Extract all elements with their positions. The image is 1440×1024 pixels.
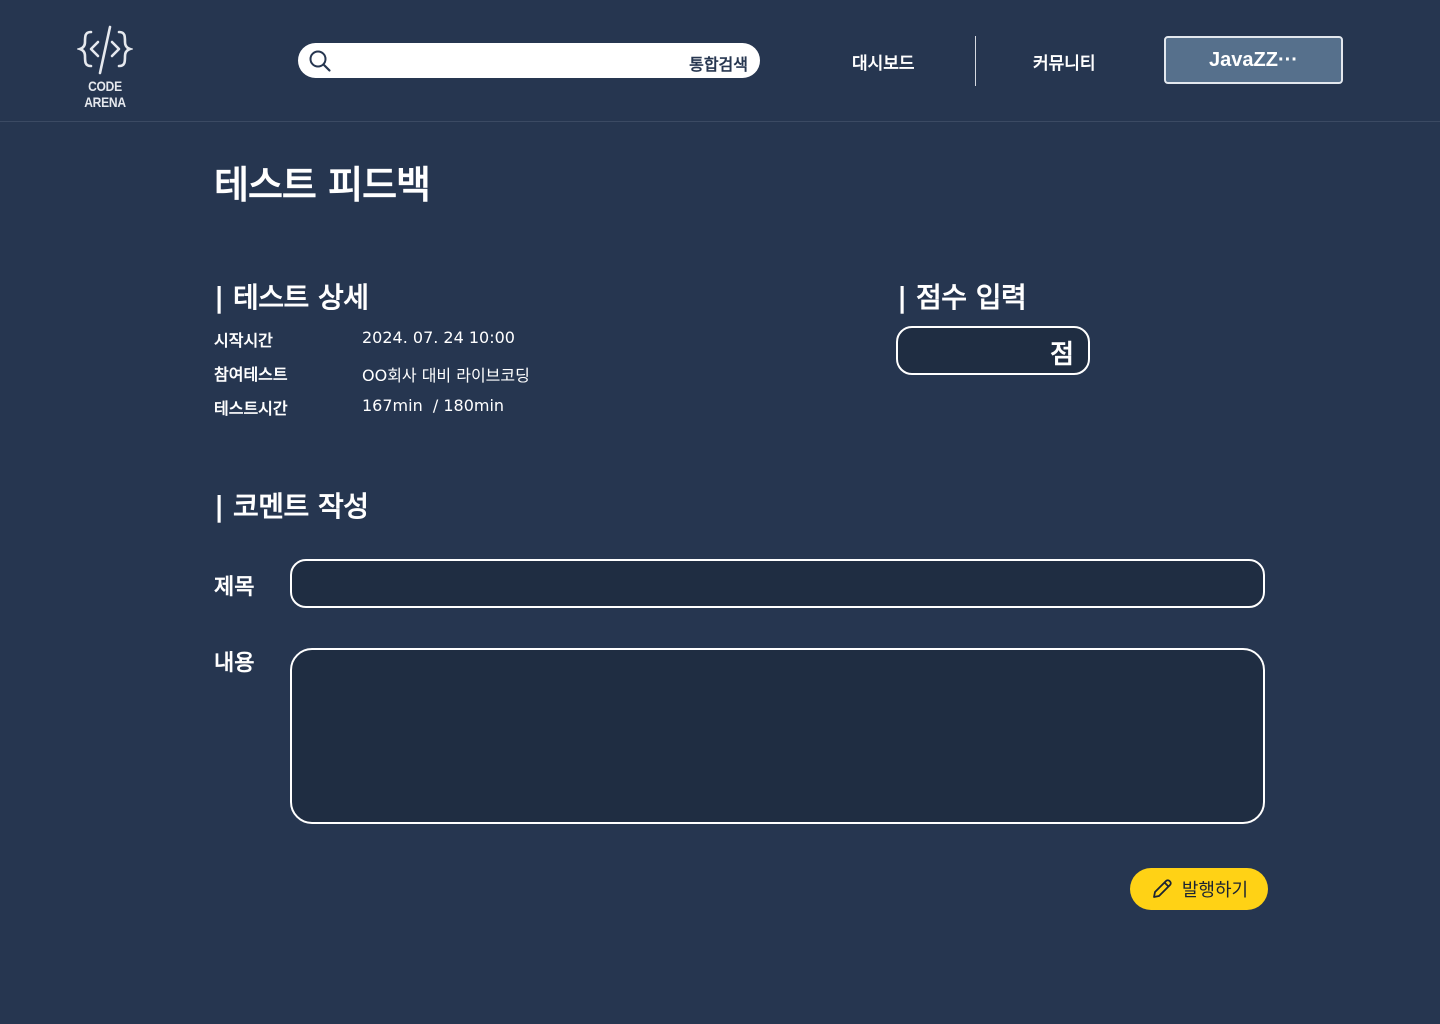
test-name-value: OO회사 대비 라이브코딩 <box>362 366 530 385</box>
user-menu-button[interactable]: JavaZZ··· <box>1164 36 1343 84</box>
pencil-icon <box>1152 879 1172 898</box>
content-label: 내용 <box>214 651 255 676</box>
search-icon[interactable] <box>308 49 332 73</box>
test-duration-value: 167min / 180min <box>362 396 505 415</box>
page-title: 테스트 피드백 <box>214 163 431 207</box>
start-time-value: 2024. 07. 24 10:00 <box>362 328 515 347</box>
publish-button[interactable]: 발행하기 <box>1130 868 1268 910</box>
test-duration-label: 테스트시간 <box>214 399 288 418</box>
code-brackets-icon <box>77 25 133 75</box>
start-time-label: 시작시간 <box>214 331 273 350</box>
search-button[interactable]: 통합검색 <box>689 51 748 75</box>
logo[interactable]: CODE ARENA <box>62 24 148 110</box>
nav-dashboard[interactable]: 대시보드 <box>852 49 915 74</box>
nav-divider <box>975 36 976 86</box>
test-name-label: 참여테스트 <box>214 365 288 384</box>
title-input[interactable] <box>290 559 1265 608</box>
search-bar[interactable]: 통합검색 <box>298 43 760 78</box>
score-unit: 점 <box>1050 340 1074 370</box>
publish-label: 발행하기 <box>1181 880 1249 901</box>
top-header: CODE ARENA 통합검색 대시보드 커뮤니티 JavaZZ··· <box>0 0 1440 122</box>
comment-heading: | 코멘트 작성 <box>214 490 369 523</box>
score-heading: | 점수 입력 <box>897 281 1027 314</box>
nav-community[interactable]: 커뮤니티 <box>1033 49 1096 74</box>
test-detail-heading: | 테스트 상세 <box>214 281 369 314</box>
score-input[interactable]: 점 <box>896 326 1090 375</box>
logo-text: CODE ARENA <box>84 78 126 110</box>
content-textarea[interactable] <box>290 648 1265 824</box>
title-label: 제목 <box>214 575 255 600</box>
